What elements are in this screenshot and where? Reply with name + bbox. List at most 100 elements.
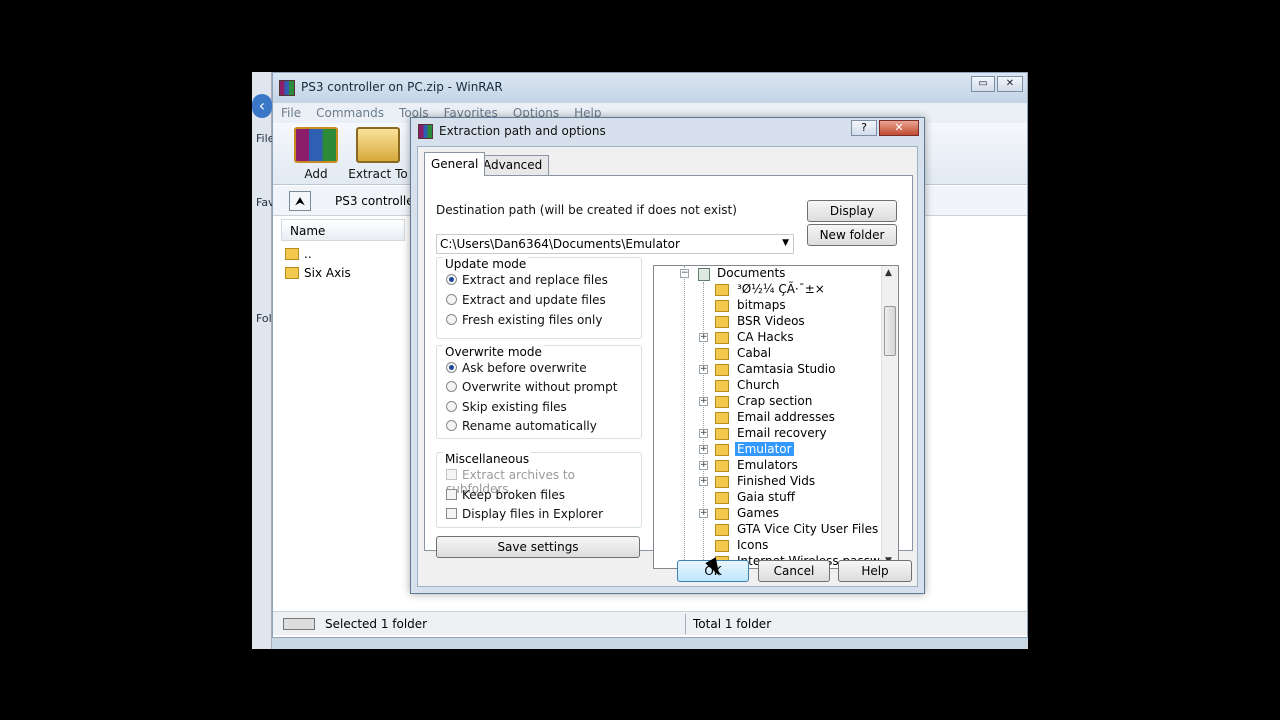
option-label: Overwrite without prompt	[462, 380, 618, 394]
status-total: Total 1 folder	[693, 617, 772, 631]
archive-info-icon[interactable]	[283, 618, 315, 630]
expand-icon[interactable]: +	[699, 429, 708, 438]
display-button[interactable]: Display	[807, 200, 897, 222]
tree-node[interactable]: GTA Vice City User Files	[654, 522, 898, 538]
file-name: ..	[304, 247, 312, 261]
back-arrow-icon[interactable]: ‹	[252, 94, 272, 118]
cancel-button[interactable]: Cancel	[758, 560, 830, 582]
tab-general[interactable]: General	[424, 152, 486, 176]
option-label: Display files in Explorer	[462, 507, 604, 521]
tree-node[interactable]: Gaia stuff	[654, 490, 898, 506]
expand-icon[interactable]: +	[699, 397, 708, 406]
tree-node-root[interactable]: − Documents	[654, 266, 898, 282]
menu-commands[interactable]: Commands	[308, 103, 391, 120]
miscellaneous-title: Miscellaneous	[443, 452, 532, 466]
up-folder-button[interactable]: ⮝	[289, 191, 311, 211]
option-label: Keep broken files	[462, 488, 565, 502]
folder-icon	[715, 412, 729, 424]
tree-scrollbar[interactable]: ▲ ▼	[881, 266, 898, 568]
folder-icon	[715, 444, 729, 456]
scroll-thumb[interactable]	[884, 306, 896, 356]
tree-node[interactable]: Church	[654, 378, 898, 394]
tree-node-label: Email addresses	[737, 410, 835, 424]
status-selected: Selected 1 folder	[325, 617, 428, 631]
tree-node[interactable]: + Camtasia Studio	[654, 362, 898, 378]
expand-icon[interactable]: +	[699, 365, 708, 374]
tree-node[interactable]: Email addresses	[654, 410, 898, 426]
file-row[interactable]: ..	[285, 247, 312, 261]
folder-icon	[715, 284, 729, 296]
folder-icon	[715, 348, 729, 360]
tree-node[interactable]: bitmaps	[654, 298, 898, 314]
folder-icon	[715, 524, 729, 536]
status-bar: Selected 1 folder Total 1 folder	[273, 611, 1027, 635]
radio-fresh-existing[interactable]: Fresh existing files only	[446, 313, 602, 327]
restore-button[interactable]: ▭	[971, 76, 995, 92]
expand-icon[interactable]: +	[699, 477, 708, 486]
tree-node[interactable]: + CA Hacks	[654, 330, 898, 346]
context-help-button[interactable]: ?	[851, 120, 877, 136]
expand-icon[interactable]: +	[699, 461, 708, 470]
checkbox-icon	[446, 469, 457, 480]
option-label: Rename automatically	[462, 419, 597, 433]
tree-node[interactable]: BSR Videos	[654, 314, 898, 330]
tree-node[interactable]: + Email recovery	[654, 426, 898, 442]
update-mode-title: Update mode	[443, 257, 529, 271]
winrar-title: PS3 controller on PC.zip - WinRAR	[301, 80, 503, 94]
tree-node[interactable]: Cabal	[654, 346, 898, 362]
tree-node[interactable]: + Crap section	[654, 394, 898, 410]
tree-node[interactable]: + Emulators	[654, 458, 898, 474]
radio-overwrite-without-prompt[interactable]: Overwrite without prompt	[446, 380, 617, 394]
menu-file[interactable]: File	[273, 103, 308, 120]
tree-node-label: Games	[737, 506, 779, 520]
extract-to-button[interactable]: Extract To	[343, 127, 413, 181]
file-name: Six Axis	[304, 266, 351, 280]
address-path[interactable]: PS3 controller	[335, 194, 419, 208]
expand-icon[interactable]: +	[699, 445, 708, 454]
dialog-close-button[interactable]: ✕	[879, 120, 919, 136]
tree-node-label: Documents	[717, 266, 786, 280]
radio-skip-existing[interactable]: Skip existing files	[446, 400, 567, 414]
tree-node[interactable]: + Games	[654, 506, 898, 522]
expand-icon[interactable]: +	[699, 333, 708, 342]
tree-node[interactable]: + Finished Vids	[654, 474, 898, 490]
winrar-titlebar[interactable]: PS3 controller on PC.zip - WinRAR ▭ ✕	[273, 73, 1027, 103]
tree-node[interactable]: Icons	[654, 538, 898, 554]
radio-ask-before[interactable]: Ask before overwrite	[446, 361, 587, 375]
expand-icon[interactable]: +	[699, 509, 708, 518]
radio-rename-auto[interactable]: Rename automatically	[446, 419, 597, 433]
save-settings-button[interactable]: Save settings	[436, 536, 640, 558]
chevron-down-icon[interactable]: ▼	[782, 238, 789, 248]
tree-node-label: BSR Videos	[737, 314, 805, 328]
column-header-name[interactable]: Name	[281, 219, 405, 241]
destination-path-combo[interactable]: C:\Users\Dan6364\Documents\Emulator ▼	[436, 234, 794, 254]
radio-extract-replace[interactable]: Extract and replace files	[446, 273, 608, 287]
overwrite-mode-group: Overwrite mode Ask before overwrite Over…	[436, 345, 642, 439]
close-window-button[interactable]: ✕	[997, 76, 1023, 92]
tree-node-label: GTA Vice City User Files	[737, 522, 879, 536]
folder-icon	[715, 396, 729, 408]
check-display-explorer[interactable]: Display files in Explorer	[446, 507, 603, 521]
folder-icon	[715, 364, 729, 376]
file-row[interactable]: Six Axis	[285, 266, 351, 280]
tree-node[interactable]: ³Ø½¼ ÇÃ·¯±×	[654, 282, 898, 298]
check-keep-broken[interactable]: Keep broken files	[446, 488, 565, 502]
radio-icon	[446, 314, 457, 325]
option-label: Fresh existing files only	[462, 313, 603, 327]
update-mode-group: Update mode Extract and replace files Ex…	[436, 257, 642, 339]
tree-node[interactable]: + Emulator	[654, 442, 898, 458]
dialog-body: General Advanced Destination path (will …	[417, 146, 918, 587]
radio-selected-icon	[446, 274, 457, 285]
folder-tree[interactable]: − Documents ³Ø½¼ ÇÃ·¯±× bitmaps BSR Videos…	[653, 265, 899, 569]
help-button[interactable]: Help	[838, 560, 912, 582]
dialog-title: Extraction path and options	[439, 124, 606, 138]
tree-node-label: Email recovery	[737, 426, 827, 440]
new-folder-button[interactable]: New folder	[807, 224, 897, 246]
scroll-up-icon[interactable]: ▲	[885, 268, 892, 278]
tree-node-label: CA Hacks	[737, 330, 794, 344]
add-button[interactable]: Add	[281, 127, 351, 181]
radio-extract-update[interactable]: Extract and update files	[446, 293, 606, 307]
collapse-icon[interactable]: −	[680, 269, 689, 278]
tab-advanced[interactable]: Advanced	[476, 155, 550, 175]
extract-to-label: Extract To	[348, 167, 408, 181]
